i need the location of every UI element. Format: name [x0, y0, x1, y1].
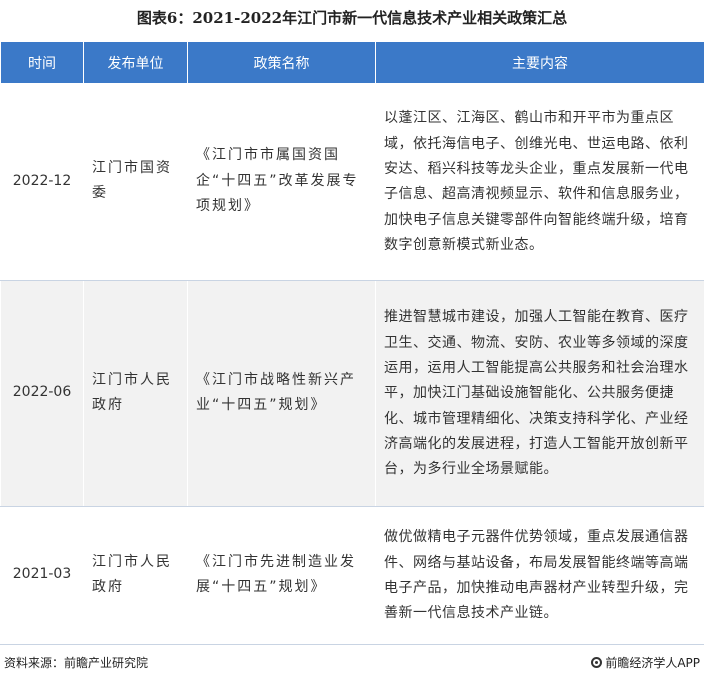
column-header-time: 时间	[0, 42, 84, 83]
table-row: 2021-03 江门市人民政府 《江门市先进制造业发展“十四五”规划》 做优做精…	[0, 506, 704, 645]
table-row: 2022-06 江门市人民政府 《江门市战略性新兴产业“十四五”规划》 推进智慧…	[0, 280, 704, 507]
cell-policy: 《江门市市属国资国企“十四五”改革发展专项规划》	[187, 83, 376, 281]
cell-content: 以蓬江区、江海区、鹤山市和开平市为重点区域，依托海信电子、创维光电、世运电路、依…	[375, 83, 704, 281]
column-header-policy: 政策名称	[187, 42, 376, 83]
cell-policy: 《江门市战略性新兴产业“十四五”规划》	[187, 280, 376, 507]
source-note: 资料来源：前瞻产业研究院	[4, 656, 149, 670]
cell-unit: 江门市国资委	[83, 83, 188, 281]
page-title: 图表6：2021-2022年江门市新一代信息技术产业相关政策汇总	[136, 9, 568, 27]
cell-content: 做优做精电子元器件优势领域，重点发展通信器件、网络与基站设备，布局发展智能终端等…	[375, 506, 704, 645]
cell-time: 2022-12	[0, 83, 84, 281]
cell-unit: 江门市人民政府	[83, 506, 188, 645]
column-header-content: 主要内容	[375, 42, 704, 83]
table-row: 2022-12 江门市国资委 《江门市市属国资国企“十四五”改革发展专项规划》 …	[0, 83, 704, 281]
cell-policy: 《江门市先进制造业发展“十四五”规划》	[187, 506, 376, 645]
cell-content: 推进智慧城市建设，加强人工智能在教育、医疗卫生、交通、物流、安防、农业等多领域的…	[375, 280, 704, 507]
qianzhan-logo-icon	[591, 657, 603, 668]
policy-table: 时间 发布单位 政策名称 主要内容 2022-12 江门市国资委 《江门市市属国…	[0, 42, 704, 645]
column-header-unit: 发布单位	[83, 42, 188, 83]
cell-time: 2021-03	[0, 506, 84, 645]
page: 图表6：2021-2022年江门市新一代信息技术产业相关政策汇总 时间 发布单位…	[0, 0, 704, 682]
table-header-row: 时间 发布单位 政策名称 主要内容	[0, 42, 704, 83]
cell-unit: 江门市人民政府	[83, 280, 188, 507]
cell-time: 2022-06	[0, 280, 84, 507]
brand-label: 前瞻经济学人APP	[605, 656, 700, 670]
brand-credit: 前瞻经济学人APP	[591, 654, 700, 671]
